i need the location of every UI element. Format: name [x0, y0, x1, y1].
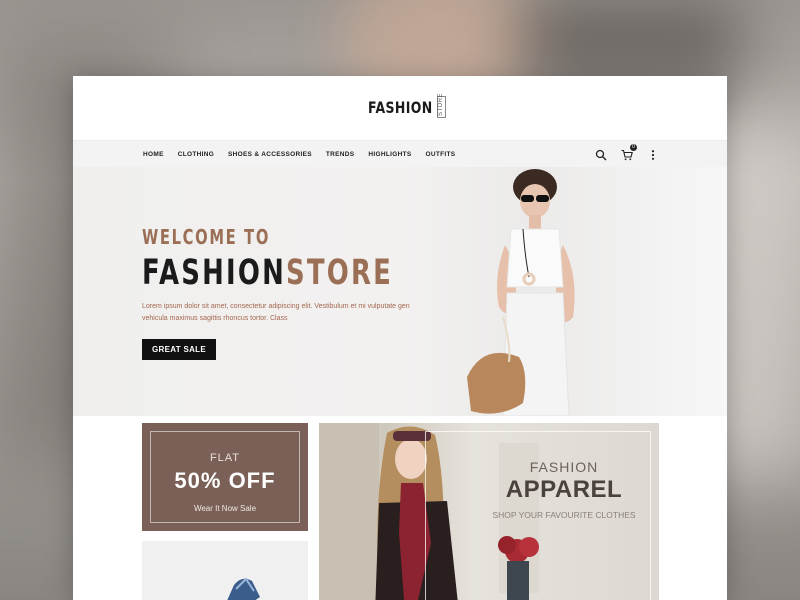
- hero-title: FASHIONSTORE: [142, 253, 394, 293]
- cart-icon[interactable]: 0: [621, 144, 637, 161]
- logo[interactable]: FASHION STORE: [368, 92, 446, 118]
- hero-welcome: WELCOME TO: [142, 225, 271, 249]
- logo-text: FASHION: [368, 97, 433, 117]
- main-nav: HOME CLOTHING SHOES & ACCESSORIES TRENDS…: [73, 141, 727, 167]
- header: FASHION STORE: [73, 76, 727, 141]
- logo-subtext: STORE: [436, 92, 446, 118]
- apparel-title: APPAREL: [505, 476, 623, 503]
- shoe-image: [227, 577, 260, 600]
- nav-item-shoes-accessories[interactable]: SHOES & ACCESSORIES: [228, 151, 312, 158]
- webpage-preview: FASHION STORE HOME CLOTHING SHOES & ACCE…: [73, 76, 727, 600]
- nav-item-highlights[interactable]: HIGHLIGHTS: [368, 151, 411, 158]
- shoes-promo[interactable]: [142, 541, 308, 600]
- apparel-fashion-label: FASHION: [529, 459, 599, 475]
- nav-item-home[interactable]: HOME: [143, 151, 164, 158]
- nav-item-trends[interactable]: TRENDS: [326, 151, 355, 158]
- fashion-apparel-promo[interactable]: FASHION APPAREL SHOP YOUR FAVOURITE CLOT…: [319, 423, 659, 600]
- promo-subtitle: Wear It Now Sale: [193, 504, 257, 513]
- great-sale-button[interactable]: GREAT SALE: [142, 339, 216, 360]
- nav-item-clothing[interactable]: CLOTHING: [178, 151, 214, 158]
- promo-offer-value: 50% OFF: [174, 468, 276, 493]
- hero-description: Lorem ipsum dolor sit amet, consectetur …: [142, 303, 410, 322]
- hero-banner: WELCOME TO FASHIONSTORE Lorem ipsum dolo…: [73, 167, 727, 416]
- search-icon[interactable]: [595, 148, 607, 161]
- flat-50-off-promo[interactable]: FLAT 50% OFF Wear It Now Sale: [142, 423, 308, 531]
- more-vertical-icon[interactable]: [647, 148, 659, 160]
- promo-flat-label: FLAT: [209, 452, 241, 464]
- apparel-subtitle: SHOP YOUR FAVOURITE CLOTHES: [492, 510, 636, 520]
- hero-model-image: [467, 169, 575, 416]
- nav-item-outfits[interactable]: OUTFITS: [426, 151, 456, 158]
- cart-count-badge: 0: [630, 144, 637, 151]
